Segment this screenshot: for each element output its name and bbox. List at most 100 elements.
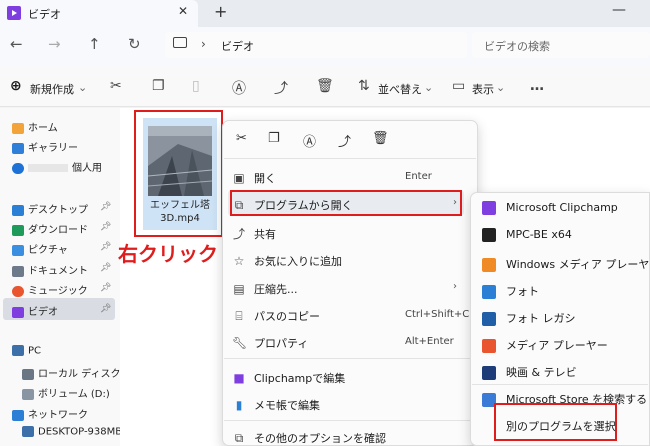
sidebar-item-music[interactable]: ミュージック [12, 282, 88, 297]
address-bar[interactable]: › ビデオ [165, 32, 467, 58]
clipchamp-icon: ■ [233, 371, 245, 385]
menu-item-copy-path[interactable]: ⌸ パスのコピー [232, 308, 320, 324]
share-icon: ⤴ [232, 227, 245, 241]
copy-icon[interactable]: ❐ [268, 131, 280, 146]
submenu-item-wmp[interactable]: Windows メディア プレーヤー従 [482, 256, 650, 272]
drive-icon [22, 388, 34, 400]
highlight-box-file [134, 110, 223, 237]
media-player-icon [482, 339, 496, 353]
view-button-label[interactable]: 表示 [472, 81, 494, 97]
submenu-separator [472, 384, 648, 385]
menu-item-open[interactable]: ▣ 開く [232, 170, 276, 186]
sidebar-item-volume-d[interactable]: ボリューム (D:) [22, 385, 110, 400]
delete-icon[interactable]: 🗑︎ [372, 131, 389, 146]
up-arrow-icon[interactable]: ↑ [88, 35, 101, 53]
desktop-icon [12, 204, 24, 216]
drive-icon [22, 368, 34, 380]
sidebar-item-desktop[interactable]: デスクトップ [12, 201, 88, 216]
menu-item-compress[interactable]: ▤ 圧縮先... [232, 281, 297, 297]
forward-arrow-icon[interactable]: → [48, 35, 61, 53]
open-icon: ▣ [233, 171, 245, 185]
submenu-item-mpc-be[interactable]: MPC-BE x64 [482, 228, 572, 242]
back-arrow-icon[interactable]: ← [10, 35, 23, 53]
highlight-box-open-with [230, 190, 462, 216]
submenu-item-photos-legacy[interactable]: フォト レガシ [482, 310, 576, 326]
home-icon [12, 122, 24, 134]
new-plus-icon[interactable]: ⊕ [10, 78, 22, 94]
submenu-item-photos[interactable]: フォト [482, 283, 539, 299]
computer-icon [22, 426, 34, 437]
sort-icon[interactable]: ⇅ [358, 78, 370, 94]
documents-icon [12, 265, 24, 277]
pin-icon[interactable]: 📌︎ [100, 242, 111, 252]
menu-separator [224, 420, 476, 421]
menu-item-favorite[interactable]: ☆ お気に入りに追加 [232, 253, 342, 269]
submenu-item-media-player[interactable]: メディア プレーヤー [482, 337, 608, 353]
mpc-be-icon [482, 228, 496, 242]
search-box[interactable]: ビデオの検索 [472, 32, 650, 58]
cut-icon[interactable]: ✂ [236, 131, 247, 146]
sort-button-label[interactable]: 並べ替え [378, 81, 422, 97]
delete-icon[interactable]: 🗑︎ [316, 78, 334, 94]
new-button-label[interactable]: 新規作成 [30, 81, 74, 97]
pin-icon[interactable]: 📌︎ [100, 263, 111, 273]
menu-item-share[interactable]: ⤴ 共有 [232, 225, 276, 242]
sidebar-item-downloads[interactable]: ダウンロード [12, 221, 88, 236]
menu-accel-properties: Alt+Enter [405, 336, 454, 347]
view-icon[interactable]: ▭ [452, 78, 465, 94]
breadcrumb-current[interactable]: ビデオ [221, 38, 254, 54]
star-icon: ☆ [233, 254, 245, 268]
more-options-icon: ⧉ [234, 431, 244, 445]
sidebar-item-gallery[interactable]: ギャラリー [12, 139, 78, 154]
sidebar-item-pc[interactable]: PC [12, 345, 41, 357]
search-placeholder: ビデオの検索 [484, 40, 550, 53]
pin-icon[interactable]: 📌︎ [100, 222, 111, 232]
video-folder-icon [7, 6, 21, 20]
menu-item-notepad-edit[interactable]: ▮ メモ帳で編集 [232, 397, 320, 413]
photos-icon [482, 285, 496, 299]
tab-video[interactable]: ビデオ ✕ [0, 0, 198, 27]
menu-item-more-options[interactable]: ⧉ その他のオプションを確認 [232, 430, 386, 446]
refresh-icon[interactable]: ↻ [128, 35, 141, 53]
sidebar-item-documents[interactable]: ドキュメント [12, 262, 88, 277]
windows-media-player-icon [482, 258, 496, 272]
rename-icon[interactable]: Ⓐ [303, 131, 316, 150]
wrench-icon: 🔧︎ [232, 336, 248, 350]
gallery-icon [12, 142, 24, 154]
rename-icon[interactable]: Ⓐ [232, 78, 246, 98]
menu-accel-open: Enter [405, 171, 432, 182]
menu-accel-copy-path: Ctrl+Shift+C [405, 309, 470, 320]
cloud-icon [12, 162, 24, 174]
redacted-name [28, 164, 68, 172]
sidebar-item-network[interactable]: ネットワーク [12, 406, 88, 421]
monitor-icon [173, 37, 187, 48]
pin-icon[interactable]: 📌︎ [100, 202, 111, 212]
sidebar-item-videos[interactable]: ビデオ [12, 303, 58, 318]
pin-icon[interactable]: 📌︎ [100, 304, 111, 314]
sidebar-item-personal[interactable]: 個人用 [12, 159, 102, 174]
pin-icon[interactable]: 📌︎ [100, 283, 111, 293]
sidebar-item-desktop-pc[interactable]: DESKTOP-938MB [22, 426, 122, 438]
menu-separator [224, 158, 476, 159]
copy-icon[interactable]: ❐ [152, 78, 165, 94]
share-icon[interactable]: ⤴ [338, 131, 351, 150]
highlight-box-choose-another [494, 403, 617, 441]
tab-close-button[interactable]: ✕ [178, 4, 188, 18]
submenu-item-clipchamp[interactable]: Microsoft Clipchamp [482, 201, 618, 215]
menu-item-properties[interactable]: 🔧︎ プロパティ [232, 335, 308, 351]
minimize-button[interactable]: — [612, 2, 626, 18]
sidebar-item-pictures[interactable]: ピクチャ [12, 241, 68, 256]
paste-icon[interactable]: ▯ [192, 78, 200, 94]
share-icon[interactable]: ⤴ [274, 78, 288, 98]
more-options-icon[interactable]: … [530, 78, 544, 94]
compress-icon: ▤ [233, 282, 245, 296]
pictures-icon [12, 244, 24, 256]
sidebar-item-home[interactable]: ホーム [12, 119, 58, 134]
new-tab-button[interactable]: + [214, 2, 227, 21]
cut-icon[interactable]: ✂ [110, 78, 122, 94]
menu-item-clipchamp-edit[interactable]: ■ Clipchampで編集 [232, 370, 345, 386]
pc-icon [12, 345, 24, 356]
submenu-item-movies-tv[interactable]: 映画 & テレビ [482, 364, 577, 380]
tab-title: ビデオ [28, 8, 61, 21]
menu-separator [224, 358, 476, 359]
